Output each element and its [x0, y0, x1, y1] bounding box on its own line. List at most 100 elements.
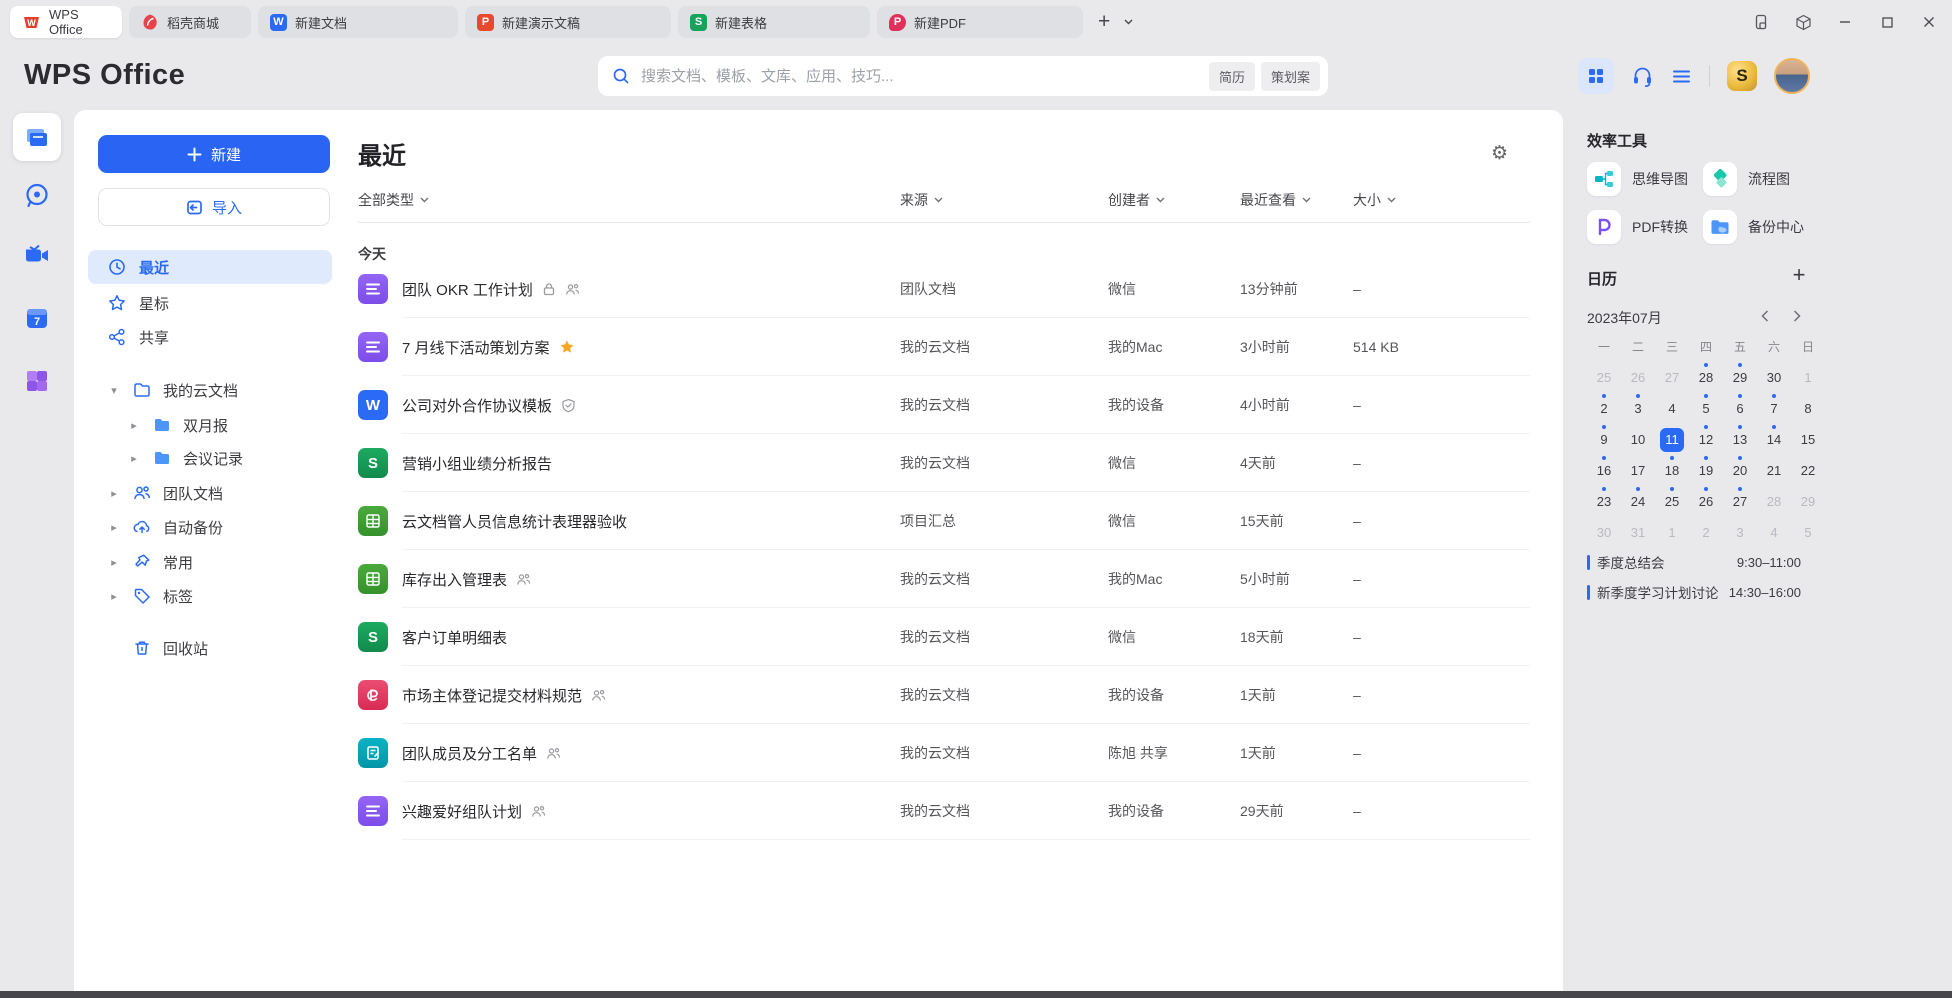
caret-right-icon[interactable]: ▸ [108, 521, 120, 534]
file-row[interactable]: 兴趣爱好组队计划 我的云文档 我的设备 29天前 – [358, 782, 1530, 840]
calendar-day[interactable]: 27 [1655, 362, 1689, 393]
file-row[interactable]: W 公司对外合作协议模板 我的云文档 我的设备 4小时前 – [358, 376, 1530, 434]
caret-down-icon[interactable]: ▾ [108, 384, 120, 397]
sidebar-tree-item[interactable]: ▸ 团队文档 [108, 476, 223, 510]
file-row[interactable]: 库存出入管理表 我的云文档 我的Mac 5小时前 – [358, 550, 1530, 608]
calendar-next-button[interactable] [1787, 306, 1807, 326]
calendar-day[interactable]: 25 [1587, 362, 1621, 393]
calendar-day[interactable]: 23 [1587, 486, 1621, 517]
calendar-day[interactable]: 5 [1689, 393, 1723, 424]
sidebar-tree-item[interactable]: ▸ 双月报 [128, 408, 228, 442]
calendar-day[interactable]: 30 [1587, 517, 1621, 548]
caret-right-icon[interactable]: ▸ [128, 452, 140, 465]
calendar-day[interactable]: 15 [1791, 424, 1825, 455]
calendar-day[interactable]: 17 [1621, 455, 1655, 486]
calendar-day[interactable]: 31 [1621, 517, 1655, 548]
caret-right-icon[interactable]: ▸ [108, 556, 120, 569]
tool-mindmap[interactable]: 思维导图 [1587, 162, 1688, 196]
calendar-day[interactable]: 1 [1655, 517, 1689, 548]
rail-apps-item[interactable] [13, 357, 61, 405]
user-avatar[interactable] [1774, 58, 1810, 94]
calendar-day[interactable]: 21 [1757, 455, 1791, 486]
sidebar-tree-item[interactable]: ▸ 会议记录 [128, 441, 243, 475]
caret-right-icon[interactable]: ▸ [108, 590, 120, 603]
calendar-day[interactable]: 7 [1757, 393, 1791, 424]
calendar-prev-button[interactable] [1755, 306, 1775, 326]
settings-gear-icon[interactable]: ⚙ [1491, 142, 1508, 165]
caret-right-icon[interactable]: ▸ [128, 419, 140, 432]
sidebar-tree-item[interactable]: ▾ 我的云文档 [108, 373, 238, 407]
filter-1[interactable]: 全部类型 [358, 190, 429, 210]
tool-pdfconv[interactable]: PDF转换 [1587, 210, 1688, 244]
calendar-event[interactable]: 季度总结会 9:30–11:00 [1587, 550, 1801, 574]
calendar-day[interactable]: 28 [1757, 486, 1791, 517]
calendar-day[interactable]: 29 [1791, 486, 1825, 517]
sidebar-item-recent[interactable]: 最近 [88, 250, 332, 284]
filter-5[interactable]: 大小 [1353, 190, 1396, 210]
file-row[interactable]: 团队成员及分工名单 我的云文档 陈旭 共享 1天前 – [358, 724, 1530, 782]
tool-backup[interactable]: 备份中心 [1703, 210, 1804, 244]
file-row[interactable]: S 客户订单明细表 我的云文档 微信 18天前 – [358, 608, 1530, 666]
tab-6[interactable]: P新建PDF [877, 6, 1083, 38]
file-row[interactable]: 团队 OKR 工作计划 团队文档 微信 13分钟前 – [358, 260, 1530, 318]
calendar-day[interactable]: 14 [1757, 424, 1791, 455]
calendar-day[interactable]: 8 [1791, 393, 1825, 424]
calendar-day[interactable]: 4 [1655, 393, 1689, 424]
filter-2[interactable]: 来源 [900, 190, 943, 210]
calendar-day[interactable]: 16 [1587, 455, 1621, 486]
file-row[interactable]: S 营销小组业绩分析报告 我的云文档 微信 4天前 – [358, 434, 1530, 492]
file-row[interactable]: 市场主体登记提交材料规范 我的云文档 我的设备 1天前 – [358, 666, 1530, 724]
calendar-day[interactable]: 5 [1791, 517, 1825, 548]
calendar-day[interactable]: 22 [1791, 455, 1825, 486]
tab-5[interactable]: S新建表格 [678, 6, 870, 38]
tab-4[interactable]: P新建演示文稿 [465, 6, 671, 38]
calendar-day[interactable]: 3 [1723, 517, 1757, 548]
import-button[interactable]: 导入 [98, 188, 330, 226]
sidebar-item-shared[interactable]: 共享 [88, 320, 332, 354]
calendar-day[interactable]: 3 [1621, 393, 1655, 424]
calendar-day[interactable]: 26 [1689, 486, 1723, 517]
calendar-day[interactable]: 1 [1791, 362, 1825, 393]
calendar-day[interactable]: 6 [1723, 393, 1757, 424]
rail-calendar-item[interactable]: 7 [13, 294, 61, 342]
search-input[interactable] [639, 67, 1203, 86]
calendar-event[interactable]: 新季度学习计划讨论 14:30–16:00 [1587, 580, 1801, 604]
calendar-day[interactable]: 29 [1723, 362, 1757, 393]
sidebar-item-trash[interactable]: 回收站 [108, 631, 208, 665]
tool-flowchart[interactable]: 流程图 [1703, 162, 1790, 196]
add-event-button[interactable]: + [1787, 262, 1811, 288]
search-tag-resume[interactable]: 简历 [1209, 62, 1255, 91]
maximize-button[interactable] [1878, 13, 1896, 31]
tab-3[interactable]: W新建文档 [258, 6, 458, 38]
search-bar[interactable]: 简历 策划案 [598, 56, 1328, 96]
tab-2[interactable]: 稻壳商城 [129, 6, 251, 38]
rail-docs-item[interactable] [13, 113, 61, 161]
rail-meeting-item[interactable] [13, 231, 61, 279]
sidebar-item-starred[interactable]: 星标 [88, 286, 332, 320]
sidebar-tree-item[interactable]: ▸ 常用 [108, 545, 193, 579]
calendar-day[interactable]: 2 [1689, 517, 1723, 548]
calendar-day[interactable]: 4 [1757, 517, 1791, 548]
minimize-button[interactable] [1836, 13, 1854, 31]
calendar-day[interactable]: 28 [1689, 362, 1723, 393]
sidebar-tree-item[interactable]: ▸ 标签 [108, 579, 193, 613]
calendar-day[interactable]: 18 [1655, 455, 1689, 486]
new-document-button[interactable]: 新建 [98, 135, 330, 173]
calendar-day[interactable]: 19 [1689, 455, 1723, 486]
caret-right-icon[interactable]: ▸ [108, 487, 120, 500]
workspace-cube-icon[interactable] [1794, 13, 1812, 31]
membership-badge[interactable]: S [1727, 61, 1757, 91]
calendar-day[interactable]: 25 [1655, 486, 1689, 517]
calendar-day[interactable]: 20 [1723, 455, 1757, 486]
calendar-day[interactable]: 26 [1621, 362, 1655, 393]
tab-list-chevron-icon[interactable] [1124, 19, 1133, 25]
calendar-day[interactable]: 10 [1621, 424, 1655, 455]
new-tab-button[interactable]: + [1098, 10, 1110, 34]
sidebar-tree-item[interactable]: ▸ 自动备份 [108, 510, 223, 544]
file-row[interactable]: 云文档管人员信息统计表理器验收 项目汇总 微信 15天前 – [358, 492, 1530, 550]
file-row[interactable]: 7 月线下活动策划方案 我的云文档 我的Mac 3小时前 514 KB [358, 318, 1530, 376]
calendar-day[interactable]: 13 [1723, 424, 1757, 455]
filter-4[interactable]: 最近查看 [1240, 190, 1311, 210]
calendar-day[interactable]: 27 [1723, 486, 1757, 517]
filter-3[interactable]: 创建者 [1108, 190, 1165, 210]
